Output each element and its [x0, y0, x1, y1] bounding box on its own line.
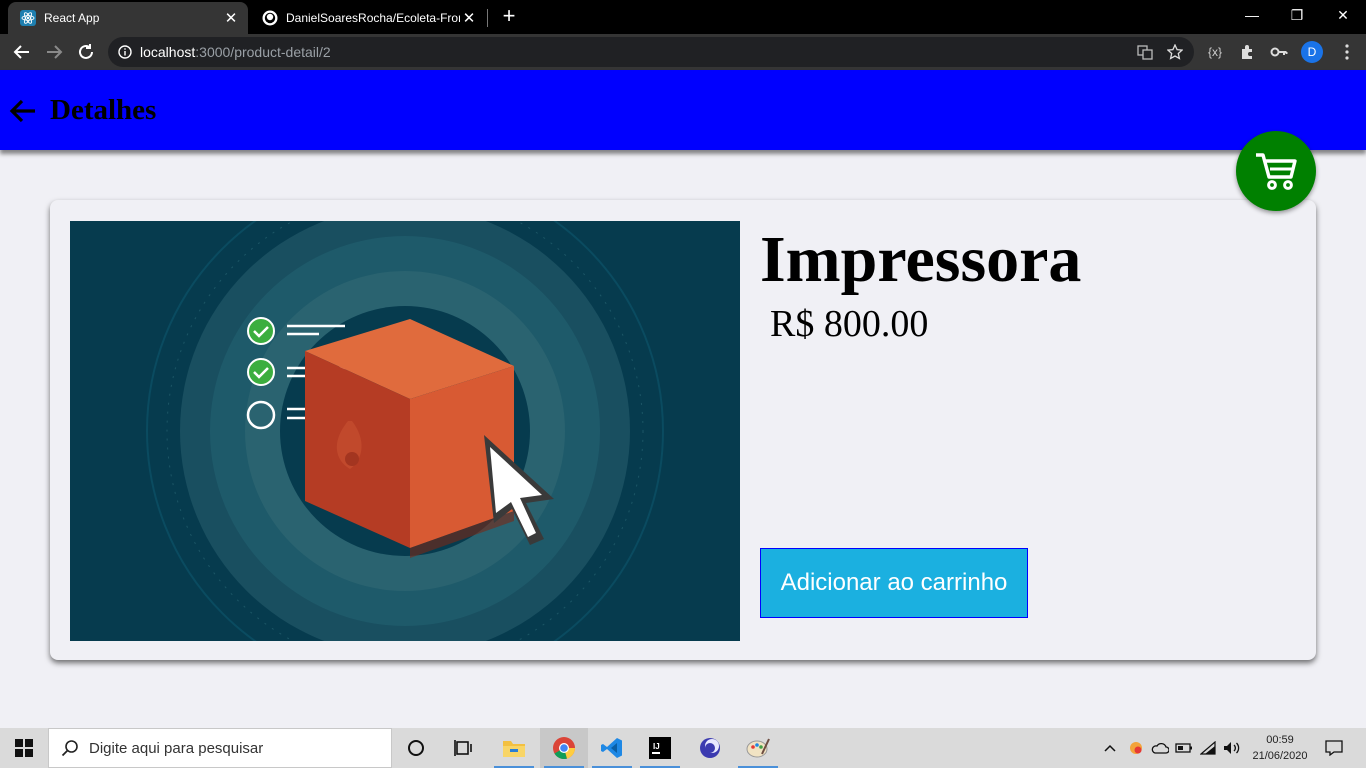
windows-start-icon[interactable] [0, 728, 48, 768]
cart-button[interactable] [1236, 131, 1316, 211]
reload-icon[interactable] [74, 40, 98, 64]
browser-tabstrip: React App ✕ DanielSoaresRocha/Ecoleta-Fr… [0, 0, 1366, 34]
onedrive-icon[interactable] [1148, 728, 1172, 768]
tab-title: React App [44, 11, 100, 25]
intellij-icon[interactable]: IJ [636, 728, 684, 768]
url-text: localhost:3000/product-detail/2 [140, 44, 331, 60]
forward-nav-icon[interactable] [42, 40, 66, 64]
vscode-icon[interactable] [588, 728, 636, 768]
extension-code-icon[interactable]: {x} [1204, 41, 1226, 63]
eclipse-icon[interactable] [686, 728, 734, 768]
wifi-icon[interactable] [1196, 728, 1220, 768]
new-tab-icon[interactable]: + [498, 5, 520, 28]
close-icon[interactable]: ✕ [222, 9, 240, 27]
search-placeholder: Digite aqui para pesquisar [89, 739, 264, 757]
github-icon [262, 10, 278, 26]
task-view-icon[interactable] [440, 728, 488, 768]
browser-toolbar: localhost:3000/product-detail/2 {x} D [0, 34, 1366, 70]
restore-icon[interactable]: ❐ [1282, 4, 1312, 26]
more-menu-icon[interactable] [1336, 41, 1358, 63]
notifications-icon[interactable] [1320, 728, 1348, 768]
windows-taskbar: Digite aqui para pesquisar IJ 00:59 21/0… [0, 728, 1366, 768]
file-explorer-icon[interactable] [490, 728, 538, 768]
translate-icon[interactable] [1134, 41, 1156, 63]
bookmark-star-icon[interactable] [1164, 41, 1186, 63]
minimize-icon[interactable]: — [1237, 4, 1267, 26]
tray-chevron-up-icon[interactable] [1100, 728, 1120, 768]
product-image [70, 221, 740, 641]
tab-github-repo[interactable]: DanielSoaresRocha/Ecoleta-Front ✕ [250, 2, 486, 34]
product-card: Impressora R$ 800.00 Adicionar ao carrin… [50, 200, 1316, 660]
back-nav-icon[interactable] [10, 40, 34, 64]
page-title: Detalhes [50, 94, 157, 126]
profile-avatar[interactable]: D [1301, 41, 1323, 63]
tab-react-app[interactable]: React App ✕ [8, 2, 248, 34]
close-icon[interactable]: ✕ [460, 9, 478, 27]
tab-separator [487, 9, 488, 27]
add-to-cart-button[interactable]: Adicionar ao carrinho [760, 548, 1028, 618]
search-icon [61, 740, 78, 757]
url-host: localhost [140, 44, 196, 60]
key-icon[interactable] [1268, 41, 1290, 63]
info-icon[interactable] [118, 45, 132, 59]
taskbar-search-input[interactable]: Digite aqui para pesquisar [48, 728, 392, 768]
tab-title: DanielSoaresRocha/Ecoleta-Front [286, 11, 460, 25]
battery-icon[interactable] [1172, 728, 1196, 768]
back-arrow-icon[interactable] [8, 96, 42, 126]
paint-icon[interactable] [734, 728, 782, 768]
volume-icon[interactable] [1220, 728, 1244, 768]
url-path: :3000/product-detail/2 [195, 44, 331, 60]
clock-date: 21/06/2020 [1252, 750, 1308, 762]
product-price: R$ 800.00 [770, 303, 929, 345]
react-icon [20, 10, 36, 26]
app-header: Detalhes [0, 70, 1366, 150]
address-bar[interactable]: localhost:3000/product-detail/2 [108, 37, 1194, 67]
svg-text:IJ: IJ [653, 742, 660, 751]
product-name: Impressora [760, 223, 1082, 296]
taskbar-clock[interactable]: 00:59 21/06/2020 [1252, 732, 1308, 764]
puzzle-icon[interactable] [1236, 41, 1258, 63]
window-close-icon[interactable]: ✕ [1328, 4, 1358, 26]
cortana-icon[interactable] [392, 728, 440, 768]
tray-app-icon[interactable] [1124, 728, 1148, 768]
chrome-icon[interactable] [540, 728, 588, 768]
clock-time: 00:59 [1266, 734, 1294, 746]
shopping-cart-icon [1256, 153, 1297, 190]
